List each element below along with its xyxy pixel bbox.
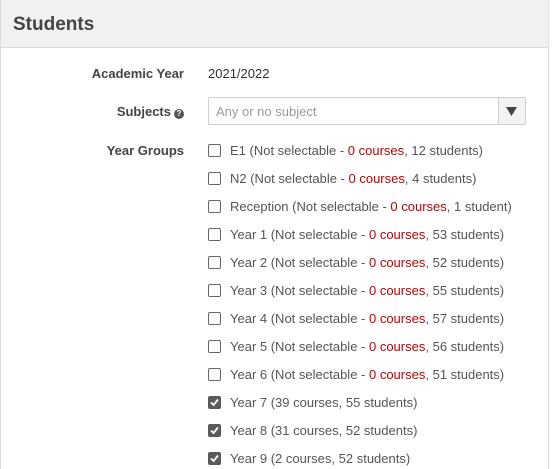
student-count: , 56 students) xyxy=(425,339,505,354)
subjects-select[interactable]: Any or no subject xyxy=(208,97,526,125)
checkbox-icon[interactable] xyxy=(208,200,221,213)
course-count: 0 courses xyxy=(368,283,426,298)
subjects-label-text: Subjects xyxy=(116,104,171,119)
year-group-label: Year 4 (Not selectable - 0 courses, 57 s… xyxy=(230,311,504,326)
student-count: , 1 student) xyxy=(446,199,512,214)
checkbox-checked-icon[interactable] xyxy=(208,452,221,465)
student-count: , 52 students) xyxy=(425,255,505,270)
year-group-text: Reception (Not selectable - xyxy=(230,199,391,214)
year-group-label: Year 3 (Not selectable - 0 courses, 55 s… xyxy=(230,283,504,298)
student-count: , 51 students) xyxy=(425,367,505,382)
subjects-dropdown-button[interactable] xyxy=(498,98,525,124)
student-count: , 57 students) xyxy=(425,311,505,326)
student-count: , 12 students) xyxy=(404,143,483,158)
year-group-text: Year 6 (Not selectable - xyxy=(230,367,369,382)
year-group-text: N2 (Not selectable - xyxy=(230,171,349,186)
year-group-text: Year 2 (Not selectable - xyxy=(230,255,369,270)
academic-year-value: 2021/2022 xyxy=(208,66,270,81)
panel-title: Students xyxy=(13,14,95,35)
checkbox-icon[interactable] xyxy=(208,228,221,241)
course-count: 0 courses xyxy=(348,171,405,186)
panel-header: Students xyxy=(1,0,548,48)
student-count: , 53 students) xyxy=(425,227,505,242)
year-group-label: Year 2 (Not selectable - 0 courses, 52 s… xyxy=(230,255,504,270)
year-group-text: Year 3 (Not selectable - xyxy=(230,283,369,298)
course-count: 0 courses xyxy=(368,255,426,270)
year-group-text: Year 8 (31 courses, 52 students) xyxy=(230,423,418,438)
year-group-label: Year 6 (Not selectable - 0 courses, 51 s… xyxy=(230,367,504,382)
year-group-text: Year 4 (Not selectable - xyxy=(230,311,369,326)
academic-year-label: Academic Year xyxy=(91,66,184,81)
students-panel: Students Academic Year 2021/2022 Subject… xyxy=(0,0,549,469)
year-group-text: Year 9 (2 courses, 52 students) xyxy=(230,451,411,466)
course-count: 0 courses xyxy=(390,199,447,214)
checkbox-checked-icon[interactable] xyxy=(208,396,221,409)
checkbox-icon[interactable] xyxy=(208,340,221,353)
triangle-down-icon xyxy=(506,107,517,116)
checkbox-icon[interactable] xyxy=(208,172,221,185)
year-group-text: Year 7 (39 courses, 55 students) xyxy=(230,395,418,410)
year-group-label: Year 8 (31 courses, 52 students) xyxy=(230,423,417,438)
course-count: 0 courses xyxy=(368,339,426,354)
subjects-label: Subjects? xyxy=(117,104,184,119)
checkbox-checked-icon[interactable] xyxy=(208,424,221,437)
subjects-select-placeholder: Any or no subject xyxy=(216,104,317,119)
checkbox-icon[interactable] xyxy=(208,312,221,325)
checkbox-icon[interactable] xyxy=(208,284,221,297)
year-group-label: E1 (Not selectable - 0 courses, 12 stude… xyxy=(230,143,483,158)
year-group-label: Reception (Not selectable - 0 courses, 1… xyxy=(230,199,512,214)
year-group-text: E1 (Not selectable - xyxy=(230,143,348,158)
course-count: 0 courses xyxy=(368,227,426,242)
course-count: 0 courses xyxy=(347,143,405,158)
year-group-text: Year 1 (Not selectable - xyxy=(230,227,369,242)
year-group-label: Year 9 (2 courses, 52 students) xyxy=(230,451,410,466)
course-count: 0 courses xyxy=(368,311,426,326)
year-group-label: N2 (Not selectable - 0 courses, 4 studen… xyxy=(230,171,476,186)
year-group-label: Year 1 (Not selectable - 0 courses, 53 s… xyxy=(230,227,504,242)
checkbox-icon[interactable] xyxy=(208,368,221,381)
student-count: , 4 students) xyxy=(404,171,477,186)
question-circle-icon[interactable]: ? xyxy=(174,109,184,119)
year-group-label: Year 5 (Not selectable - 0 courses, 56 s… xyxy=(230,339,504,354)
checkbox-icon[interactable] xyxy=(208,256,221,269)
year-group-text: Year 5 (Not selectable - xyxy=(230,339,369,354)
year-group-label: Year 7 (39 courses, 55 students) xyxy=(230,395,417,410)
student-count: , 55 students) xyxy=(425,283,505,298)
checkbox-icon[interactable] xyxy=(208,144,221,157)
course-count: 0 courses xyxy=(368,367,426,382)
year-groups-label: Year Groups xyxy=(106,143,184,158)
